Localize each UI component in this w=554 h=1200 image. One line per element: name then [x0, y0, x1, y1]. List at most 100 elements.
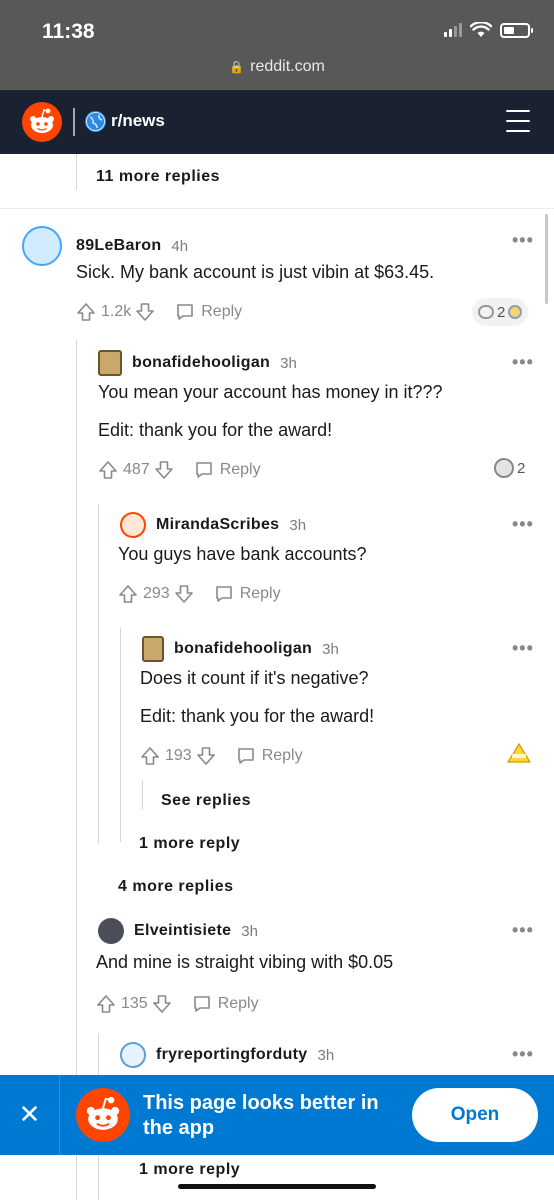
more-replies-link[interactable]: 1 more reply	[139, 1161, 240, 1179]
comment-header: bonafidehooligan 3h	[98, 350, 297, 376]
comment-text: Edit: thank you for the award!	[140, 706, 375, 726]
reply-button[interactable]: Reply	[192, 994, 259, 1014]
upvote-icon[interactable]	[96, 994, 116, 1014]
open-in-app-banner: ✕ This page looks better in the app Open	[0, 1075, 554, 1155]
reply-bubble-icon	[195, 462, 212, 478]
comment-feed: 11 more replies 89LeBaron 4h ••• Sick. M…	[0, 154, 554, 1200]
award-icon	[494, 458, 514, 478]
username[interactable]: MirandaScribes	[156, 516, 279, 534]
comment-header: 89LeBaron 4h	[22, 226, 188, 266]
vote-score: 487	[123, 461, 150, 478]
more-options-icon[interactable]: •••	[512, 1044, 534, 1065]
thread-line	[76, 154, 77, 190]
downvote-icon[interactable]	[196, 746, 216, 766]
divider	[0, 208, 554, 209]
url-text: reddit.com	[250, 58, 325, 75]
reply-bubble-icon	[237, 748, 254, 764]
avatar[interactable]	[98, 350, 122, 376]
header-divider	[73, 108, 75, 136]
comment-actions: 193 Reply	[140, 746, 303, 766]
awards[interactable]: 2	[494, 458, 525, 478]
award-icon	[508, 305, 523, 319]
reddit-logo-icon	[76, 1088, 130, 1142]
upvote-icon[interactable]	[76, 302, 96, 322]
comment-age: 3h	[280, 354, 297, 372]
downvote-icon[interactable]	[135, 302, 155, 322]
comment-actions: 135 Reply	[96, 994, 259, 1014]
clock: 11:38	[42, 20, 95, 43]
avatar[interactable]	[98, 918, 124, 944]
comment-text: Edit: thank you for the award!	[98, 420, 333, 440]
comment-header: Elveintisiete 3h	[98, 918, 258, 944]
thread-line	[120, 628, 121, 842]
more-options-icon[interactable]: •••	[512, 352, 534, 373]
comment-actions: 293 Reply	[118, 584, 281, 604]
comment: bonafidehooligan 3h ••• Does it count if…	[140, 636, 542, 776]
downvote-icon[interactable]	[154, 460, 174, 480]
comment-age: 3h	[289, 516, 307, 534]
reply-label: Reply	[239, 585, 281, 602]
comment-header: fryreportingforduty 3h	[120, 1042, 334, 1068]
more-options-icon[interactable]: •••	[512, 230, 534, 251]
avatar[interactable]	[120, 1042, 146, 1068]
comment-text: You mean your account has money in it???	[98, 382, 443, 402]
award-pill: 2	[472, 298, 529, 326]
reply-button[interactable]: Reply	[194, 460, 261, 480]
upvote-icon[interactable]	[98, 460, 118, 480]
username[interactable]: 89LeBaron	[76, 237, 161, 255]
downvote-icon[interactable]	[152, 994, 172, 1014]
comment-actions: 487 Reply	[98, 460, 261, 480]
comment-text: You guys have bank accounts?	[118, 544, 367, 564]
vote-score: 293	[143, 585, 170, 602]
more-replies-link[interactable]: 1 more reply	[139, 835, 240, 853]
cellular-signal-icon	[444, 23, 462, 37]
reddit-logo-icon[interactable]	[22, 102, 62, 142]
reddit-header: r/news	[0, 90, 554, 154]
battery-icon	[500, 22, 533, 38]
more-replies-link[interactable]: 11 more replies	[96, 168, 220, 186]
comment-text: Sick. My bank account is just vibin at $…	[76, 262, 435, 282]
reply-button[interactable]: Reply	[236, 746, 303, 766]
scrollbar[interactable]	[545, 214, 548, 304]
hamburger-menu-icon[interactable]	[506, 110, 530, 132]
subreddit-name[interactable]: r/news	[111, 111, 165, 131]
more-options-icon[interactable]: •••	[512, 920, 534, 941]
url-bar[interactable]: 🔒 reddit.com	[0, 58, 554, 76]
avatar[interactable]	[22, 226, 62, 266]
comment-header: MirandaScribes 3h	[120, 512, 306, 538]
username[interactable]: bonafidehooligan	[132, 354, 270, 372]
award-count: 2	[497, 303, 506, 321]
downvote-icon[interactable]	[174, 584, 194, 604]
vote-score: 1.2k	[101, 303, 132, 320]
avatar[interactable]	[142, 636, 164, 662]
lock-icon: 🔒	[229, 60, 245, 74]
reply-button[interactable]: Reply	[214, 584, 281, 604]
upvote-icon[interactable]	[140, 746, 160, 766]
award-icon	[506, 742, 532, 763]
wifi-icon	[470, 22, 492, 37]
awards[interactable]	[506, 742, 532, 766]
avatar[interactable]	[120, 512, 146, 538]
comment-age: 4h	[171, 237, 189, 255]
comment-age: 3h	[322, 640, 339, 658]
more-options-icon[interactable]: •••	[512, 514, 534, 535]
comment-actions: 1.2k Reply	[76, 302, 242, 322]
reply-button[interactable]: Reply	[175, 302, 242, 322]
username[interactable]: fryreportingforduty	[156, 1046, 307, 1064]
open-app-button[interactable]: Open	[412, 1088, 538, 1142]
username[interactable]: bonafidehooligan	[174, 640, 312, 658]
reply-label: Reply	[261, 747, 303, 764]
see-replies-link[interactable]: See replies	[161, 792, 251, 810]
username[interactable]: Elveintisiete	[134, 922, 231, 940]
more-options-icon[interactable]: •••	[512, 638, 534, 659]
comment-header: bonafidehooligan 3h	[142, 636, 339, 662]
home-indicator[interactable]	[178, 1184, 376, 1189]
vote-score: 135	[121, 995, 148, 1012]
awards[interactable]: 2	[472, 298, 529, 326]
upvote-icon[interactable]	[118, 584, 138, 604]
comment-age: 3h	[317, 1046, 335, 1064]
banner-message: This page looks better in the app	[143, 1092, 379, 1139]
more-replies-link[interactable]: 4 more replies	[118, 878, 234, 896]
close-banner-button[interactable]: ✕	[0, 1075, 60, 1155]
reply-label: Reply	[219, 461, 261, 478]
